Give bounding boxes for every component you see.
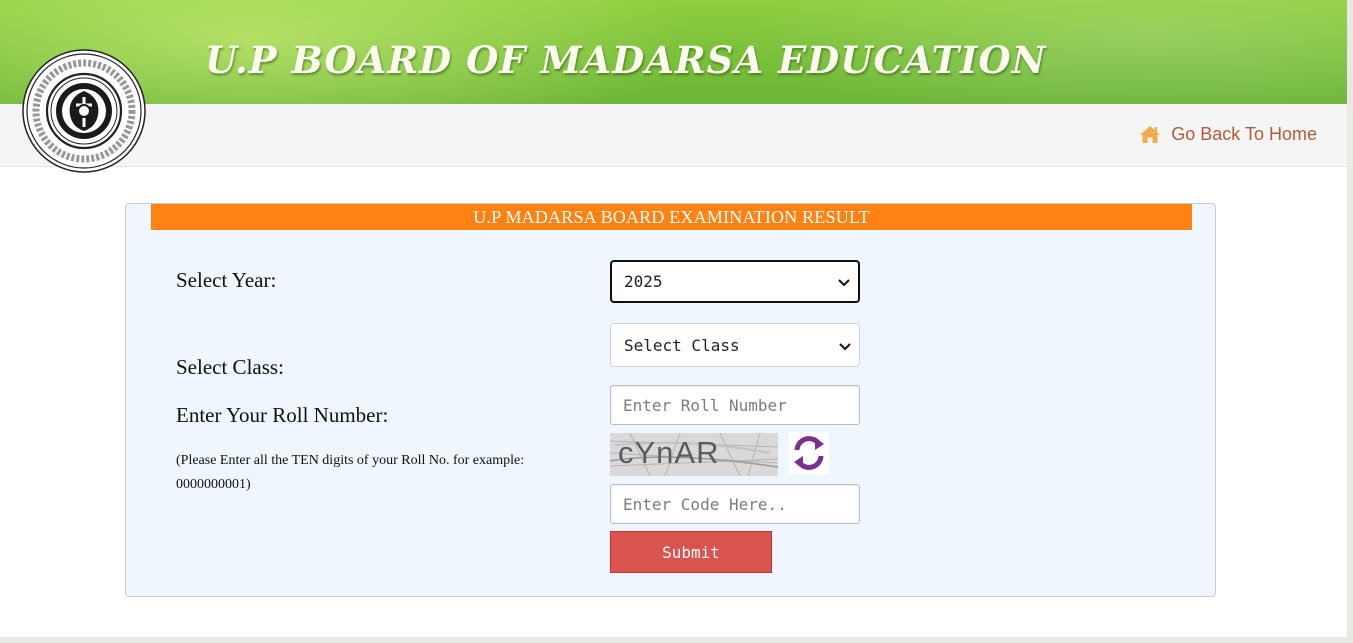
- year-select-value: 2025: [624, 272, 663, 291]
- header-banner: U.P BOARD OF MADARSA EDUCATION: [0, 0, 1347, 104]
- board-emblem-icon: [22, 49, 146, 173]
- captcha-image: cYnAR: [610, 433, 778, 476]
- refresh-icon: [789, 436, 829, 478]
- captcha-text: cYnAR: [618, 435, 720, 470]
- page: U.P BOARD OF MADARSA EDUCATION Go Back T…: [0, 0, 1347, 637]
- captcha-code-placeholder: Enter Code Here..: [623, 494, 787, 514]
- roll-number-label: Enter Your Roll Number:: [176, 403, 389, 427]
- captcha-code-input[interactable]: Enter Code Here..: [610, 484, 860, 524]
- home-link-label: Go Back To Home: [1171, 123, 1317, 144]
- go-back-home-link[interactable]: Go Back To Home: [1139, 119, 1317, 149]
- result-form-panel: U.P MADARSA BOARD EXAMINATION RESULT Sel…: [125, 203, 1216, 597]
- submit-button[interactable]: Submit: [610, 531, 772, 573]
- site-title: U.P BOARD OF MADARSA EDUCATION: [205, 38, 1047, 82]
- select-class-label: Select Class:: [176, 355, 284, 379]
- roll-number-hint: (Please Enter all the TEN digits of your…: [176, 453, 525, 492]
- roll-number-input[interactable]: Enter Roll Number: [610, 385, 860, 425]
- roll-number-placeholder: Enter Roll Number: [623, 395, 787, 415]
- form-heading: U.P MADARSA BOARD EXAMINATION RESULT: [151, 204, 1192, 230]
- refresh-captcha-button[interactable]: [789, 432, 829, 474]
- year-select[interactable]: 2025: [610, 260, 860, 303]
- select-year-label: Select Year:: [176, 268, 277, 292]
- class-select[interactable]: Select Class: [610, 323, 860, 367]
- class-select-value: Select Class: [624, 335, 740, 355]
- chevron-down-icon: [839, 336, 851, 355]
- navbar: Go Back To Home: [0, 104, 1347, 167]
- chevron-down-icon: [838, 272, 850, 291]
- home-icon: [1139, 125, 1161, 144]
